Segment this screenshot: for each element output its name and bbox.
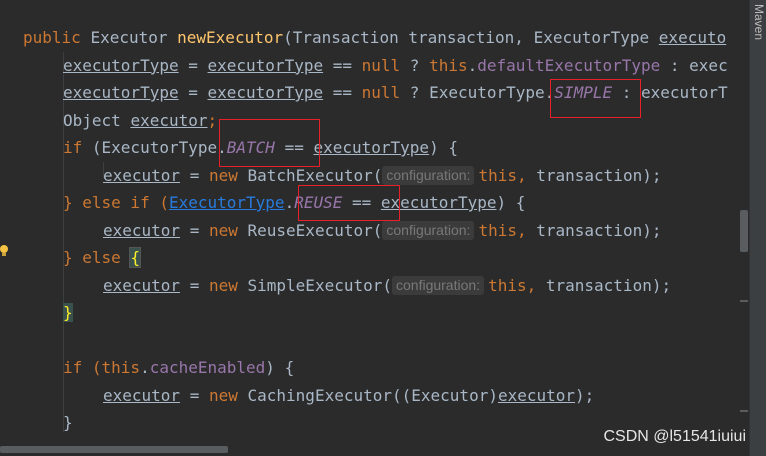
var-executor-type[interactable]: executorType xyxy=(63,83,179,102)
keyword-this: this xyxy=(478,220,517,240)
arg-transaction: transaction); xyxy=(526,165,662,185)
code-line-9: } else { xyxy=(23,244,734,272)
keyword-null: null xyxy=(361,83,401,102)
field-default-executor-type[interactable]: defaultExecutorType xyxy=(477,56,660,75)
keyword-new: new xyxy=(208,220,238,240)
var-executor[interactable]: executor xyxy=(103,166,180,185)
var-executor[interactable]: executor xyxy=(498,386,575,405)
class-reuse-executor[interactable]: ReuseExecutor( xyxy=(238,221,383,240)
op-ternary: ? xyxy=(400,83,430,102)
watermark: CSDN @l51541iuiui xyxy=(603,428,746,445)
vertical-scrollbar[interactable] xyxy=(740,210,748,252)
keyword-if: if xyxy=(63,138,83,157)
op-assign: = xyxy=(180,385,209,405)
class-executor-type[interactable]: ExecutorType. xyxy=(102,138,227,157)
end-call: ); xyxy=(575,385,595,405)
code-line-13: if (this.cacheEnabled) { xyxy=(23,354,734,382)
keyword-else-if: } else if ( xyxy=(63,193,169,212)
keyword-new: new xyxy=(208,165,238,185)
var-executor[interactable]: executor xyxy=(103,276,180,295)
op-eq: == xyxy=(323,83,362,102)
op-assign: = xyxy=(178,55,208,75)
dot: . xyxy=(140,358,150,377)
dot: . xyxy=(467,55,478,75)
brace: ) { xyxy=(429,138,458,157)
op-assign: = xyxy=(180,220,209,240)
annotation-box-batch xyxy=(219,119,320,167)
dot: . xyxy=(284,193,295,212)
parameter-hint: configuration: xyxy=(382,220,475,240)
op-assign: = xyxy=(180,165,209,185)
brace: ) { xyxy=(496,193,526,212)
code-line-10: executor = new SimpleExecutor(configurat… xyxy=(103,275,672,295)
var-executor-type[interactable]: executorType xyxy=(313,138,429,157)
class-simple-executor[interactable]: SimpleExecutor( xyxy=(238,276,393,295)
op-assign: = xyxy=(178,83,208,102)
code-line-2: executorType = executorType == null ? th… xyxy=(23,52,734,80)
horizontal-scrollbar[interactable] xyxy=(0,446,228,453)
keyword-this: this xyxy=(101,358,141,377)
brace: ) { xyxy=(265,358,295,377)
var-executor[interactable]: executor xyxy=(103,386,180,405)
keyword-if: if ( xyxy=(63,358,102,377)
lightbulb-icon[interactable] xyxy=(0,244,10,258)
code-line-14: executor = new CachingExecutor((Executor… xyxy=(23,382,734,410)
keyword-null: null xyxy=(361,55,401,75)
code-line-5: if (ExecutorType.BATCH == executorType) … xyxy=(23,134,734,162)
var-executor-type[interactable]: executorType xyxy=(208,56,324,75)
keyword-this: this xyxy=(488,275,527,295)
var-executor[interactable]: executor xyxy=(103,221,180,240)
scroll-marker[interactable] xyxy=(740,410,748,412)
class-batch-executor[interactable]: BatchExecutor( xyxy=(238,166,383,185)
var-executor[interactable]: executor xyxy=(130,111,207,130)
keyword-new: new xyxy=(208,385,238,405)
code-line-1: public Executor newExecutor(Transaction … xyxy=(23,24,734,52)
brace: } xyxy=(63,413,73,432)
op-ternary: ? xyxy=(400,55,430,75)
keyword-new: new xyxy=(208,275,238,295)
op-assign: = xyxy=(180,275,209,295)
annotation-box-simple xyxy=(550,79,641,118)
type-executor: Executor xyxy=(90,28,168,47)
var-executor-type[interactable]: executorType xyxy=(208,83,324,102)
keyword-public: public xyxy=(23,28,81,47)
link-executor-type[interactable]: ExecutorType xyxy=(169,193,285,212)
arg-transaction: transaction); xyxy=(536,275,672,295)
ternary-else: : exec xyxy=(660,55,728,75)
op-eq: == xyxy=(323,55,362,75)
class-caching-executor[interactable]: CachingExecutor((Executor) xyxy=(238,386,498,405)
keyword-this: this xyxy=(429,55,468,75)
class-executor-type[interactable]: ExecutorType. xyxy=(429,83,554,102)
keyword-this: this xyxy=(478,165,517,185)
annotation-box-reuse xyxy=(298,185,400,221)
params: (Transaction transaction, ExecutorType xyxy=(283,28,659,47)
type-object: Object xyxy=(63,110,131,130)
editor-gutter xyxy=(0,0,20,456)
tool-window-strip xyxy=(749,0,766,456)
arg-transaction: transaction); xyxy=(526,220,662,240)
parameter-hint: configuration: xyxy=(392,275,485,295)
field-cache-enabled[interactable]: cacheEnabled xyxy=(150,358,266,377)
matched-brace[interactable]: { xyxy=(129,247,142,268)
keyword-else: } else xyxy=(63,248,131,267)
code-line-11: } xyxy=(23,299,734,327)
matched-brace[interactable]: } xyxy=(63,303,73,322)
method-name[interactable]: newExecutor xyxy=(177,28,283,47)
var-executor-type[interactable]: executorType xyxy=(63,56,179,75)
paren: ( xyxy=(82,138,102,157)
scroll-marker[interactable] xyxy=(740,300,748,302)
semicolon: ; xyxy=(207,110,218,130)
maven-tool-tab[interactable]: Maven xyxy=(750,0,766,64)
parameter-hint: configuration: xyxy=(382,165,475,185)
param-executor-type[interactable]: executo xyxy=(659,28,726,47)
